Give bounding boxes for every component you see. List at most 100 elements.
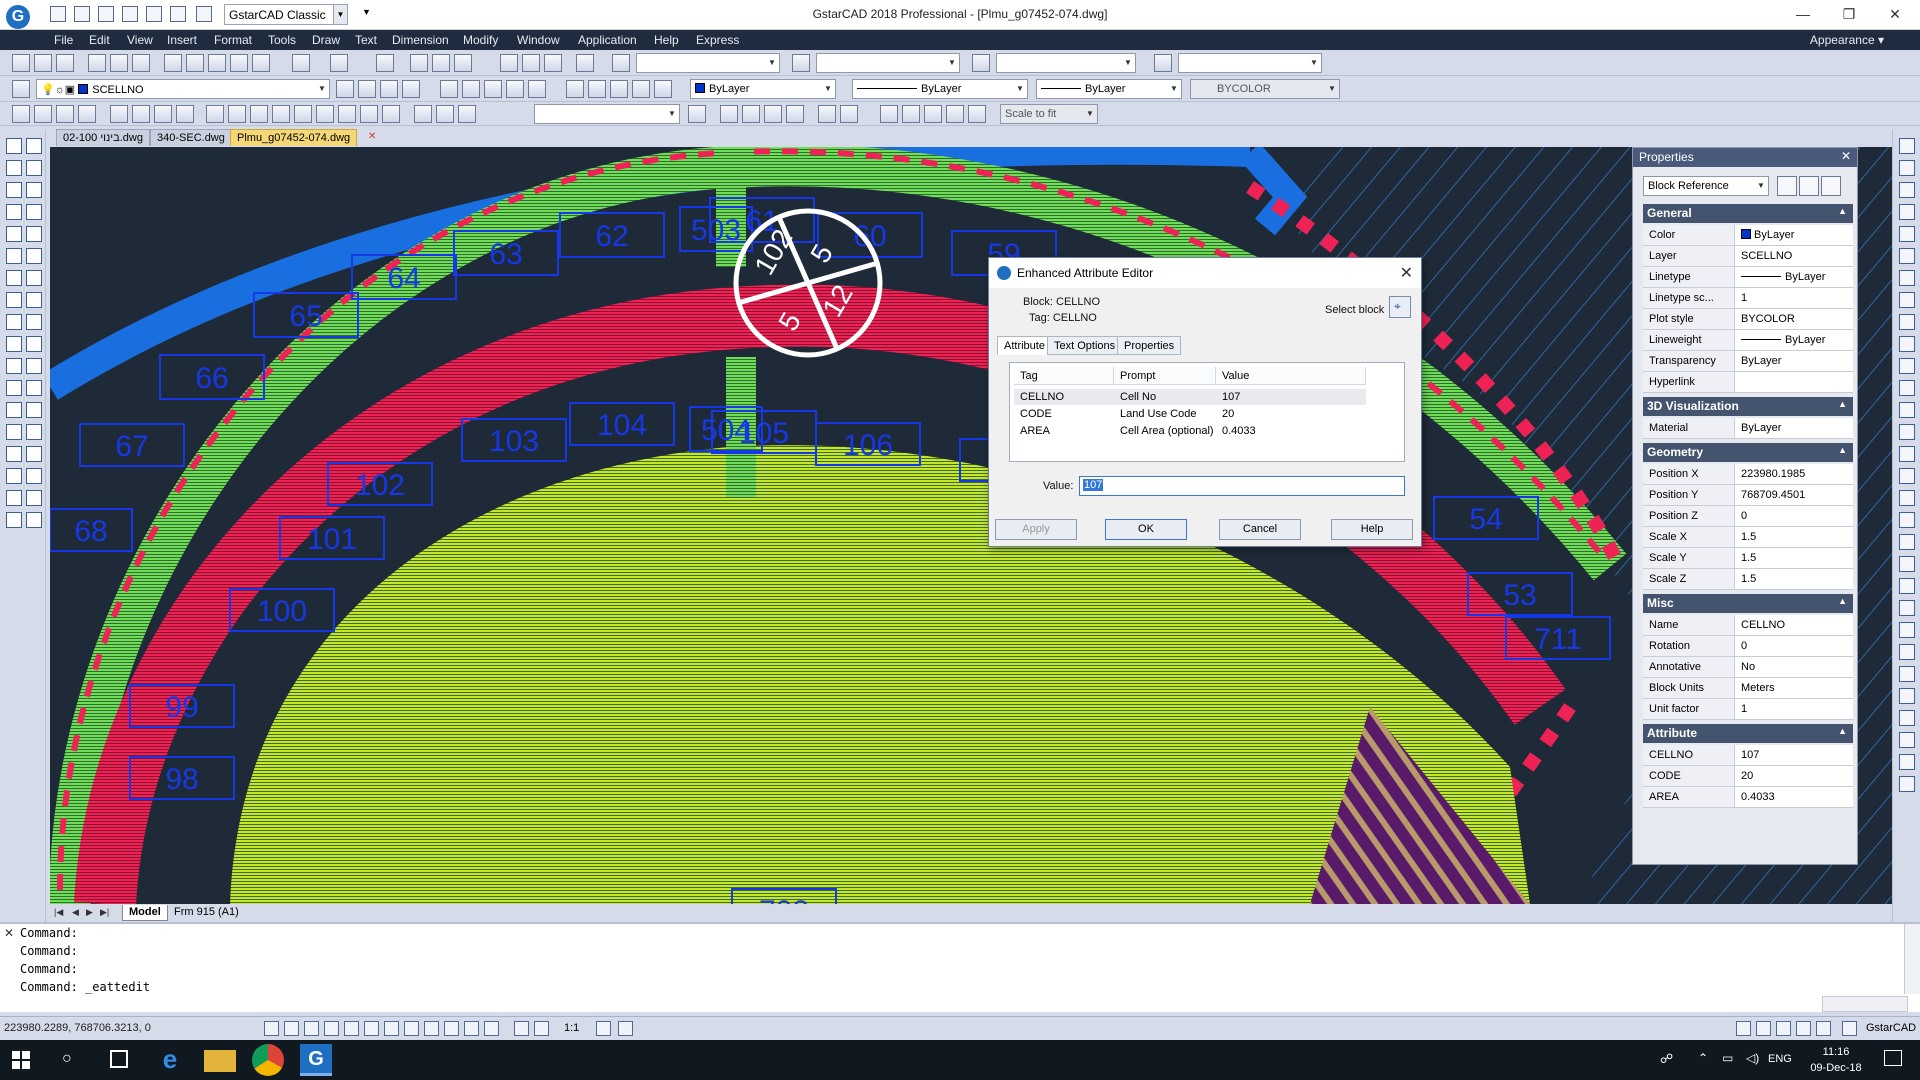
help-button[interactable]: Help [1331, 519, 1413, 540]
toggle-pickadd-icon[interactable] [1777, 176, 1797, 196]
menu-edit[interactable]: Edit [89, 33, 110, 47]
table-style-select[interactable]: ▼ [996, 53, 1136, 73]
redo-toolbar-icon[interactable] [330, 54, 348, 72]
layer-freeze-icon[interactable] [462, 80, 480, 98]
stretch-tool-icon[interactable] [26, 424, 42, 440]
property-value[interactable]: 0 [1737, 506, 1851, 526]
select-objects-icon[interactable] [1799, 176, 1819, 196]
people-icon[interactable]: ☍ [1660, 1051, 1673, 1067]
layer-off-icon[interactable] [440, 80, 458, 98]
model-tab[interactable]: Model [122, 905, 168, 921]
zoom-previous-icon[interactable] [454, 54, 472, 72]
offset-tool-icon[interactable] [6, 380, 22, 396]
property-value[interactable]: ByLayer [1737, 330, 1851, 350]
menu-application[interactable]: Application [578, 33, 637, 47]
dim-style-manager-icon[interactable] [688, 105, 706, 123]
menu-window[interactable]: Window [517, 33, 560, 47]
rotate-tool-icon[interactable] [26, 402, 42, 418]
property-value[interactable]: 0 [1737, 636, 1851, 656]
dim-linear-icon[interactable] [12, 105, 30, 123]
scale-text-icon[interactable] [1899, 666, 1915, 682]
select-block-button[interactable]: ⌖ [1389, 296, 1411, 318]
notifications-icon[interactable] [1884, 1050, 1902, 1066]
section-geometry[interactable]: Geometry ▲ [1643, 443, 1853, 462]
property-row[interactable]: Plot style BYCOLOR [1643, 309, 1853, 330]
drawing-canvas[interactable]: 68 67 66 65 64 63 62 61 60 59 98 99 100 101 102 103 104 1… [50, 147, 1892, 904]
task-view-icon[interactable] [110, 1050, 128, 1068]
dim-continue-icon[interactable] [250, 105, 268, 123]
gstarcad-taskbar-icon[interactable]: G [300, 1044, 332, 1076]
xline-tool-icon[interactable] [26, 138, 42, 154]
tool-palettes-icon[interactable] [544, 54, 562, 72]
section-attribute[interactable]: Attribute ▲ [1643, 724, 1853, 743]
lineweight-select[interactable]: ByLayer ▼ [1036, 79, 1182, 99]
trim-tool-icon[interactable] [6, 446, 22, 462]
search-icon[interactable]: ○ [62, 1050, 72, 1068]
layer-translate-icon[interactable] [632, 80, 650, 98]
layer-unlock-icon[interactable] [506, 80, 524, 98]
close-button[interactable]: ✕ [1872, 0, 1918, 28]
text-edit-icon[interactable] [1899, 622, 1915, 638]
tolerance-icon[interactable] [316, 105, 334, 123]
set-var-icon[interactable] [1899, 380, 1915, 396]
ortho-toggle-icon[interactable] [304, 1021, 319, 1036]
xref-icon[interactable] [1899, 446, 1915, 462]
section-general[interactable]: General ▲ [1643, 204, 1853, 223]
quick-select-icon[interactable] [1821, 176, 1841, 196]
property-row[interactable]: AREA 0.4033 [1643, 787, 1853, 808]
zoom-realtime-icon[interactable] [410, 54, 428, 72]
edge-browser-icon[interactable]: e [154, 1044, 186, 1076]
property-value[interactable]: 1.5 [1737, 569, 1851, 589]
layer-walk-icon[interactable] [566, 80, 584, 98]
tab-text-options[interactable]: Text Options [1047, 336, 1123, 355]
zoom-out-icon[interactable] [1899, 160, 1915, 176]
revcloud-tool-icon[interactable] [26, 204, 42, 220]
circle-tool-icon[interactable] [6, 204, 22, 220]
collapse-icon[interactable]: ▲ [1838, 726, 1847, 736]
section-misc[interactable]: Misc ▲ [1643, 594, 1853, 613]
minimize-button[interactable]: — [1780, 0, 1826, 28]
copy-to-layer-icon[interactable] [654, 80, 672, 98]
menu-insert[interactable]: Insert [167, 33, 197, 47]
windows-start-icon[interactable] [12, 1051, 30, 1069]
copy-tool-icon[interactable] [6, 358, 22, 374]
hardware-acceleration-icon[interactable] [1776, 1021, 1791, 1036]
quick-dim-icon[interactable] [206, 105, 224, 123]
property-row[interactable]: Block Units Meters [1643, 678, 1853, 699]
hatch-tool-icon[interactable] [6, 292, 22, 308]
property-row[interactable]: Position Y 768709.4501 [1643, 485, 1853, 506]
doc-tab-plmu[interactable]: Plmu_g07452-074.dwg [230, 129, 358, 146]
vp-layer-icon[interactable] [968, 105, 986, 123]
menu-modify[interactable]: Modify [463, 33, 498, 47]
erase-tool-icon[interactable] [26, 336, 42, 352]
image-icon[interactable] [1899, 468, 1915, 484]
menu-text[interactable]: Text [355, 33, 377, 47]
region-tool-icon[interactable] [6, 314, 22, 330]
viewport-icon[interactable] [720, 105, 738, 123]
fillet-tool-icon[interactable] [26, 490, 42, 506]
lineweight-toggle-icon[interactable] [424, 1021, 439, 1036]
property-value[interactable]: BYCOLOR [1737, 309, 1851, 329]
arc-tool-icon[interactable] [26, 182, 42, 198]
center-mark-icon[interactable] [338, 105, 356, 123]
apply-button[interactable]: Apply [995, 519, 1077, 540]
point-tool-icon[interactable] [26, 270, 42, 286]
isolate-objects-icon[interactable] [1796, 1021, 1811, 1036]
quick-properties-icon[interactable] [464, 1021, 479, 1036]
property-value[interactable] [1737, 372, 1851, 392]
vp-max-icon[interactable] [902, 105, 920, 123]
object-type-select[interactable]: Block Reference ▼ [1643, 176, 1769, 196]
inspect-icon[interactable] [360, 105, 378, 123]
annotation-scale-value[interactable]: 1:1 [564, 1022, 579, 1034]
collapse-icon[interactable]: ▲ [1838, 596, 1847, 606]
property-row[interactable]: Unit factor 1 [1643, 699, 1853, 720]
layer-select[interactable]: 💡☼▣ SCELLNO ▼ [36, 79, 330, 99]
property-value[interactable]: 1.5 [1737, 548, 1851, 568]
linetype-select[interactable]: ByLayer ▼ [852, 79, 1028, 99]
last-tab-icon[interactable]: ▶| [100, 907, 109, 918]
multileader-style-icon[interactable] [1154, 54, 1172, 72]
dialog-close-icon[interactable]: ✕ [1400, 263, 1413, 283]
cut-icon[interactable] [164, 54, 182, 72]
chrome-icon[interactable] [252, 1044, 284, 1076]
explode-tool-icon[interactable] [6, 512, 22, 528]
